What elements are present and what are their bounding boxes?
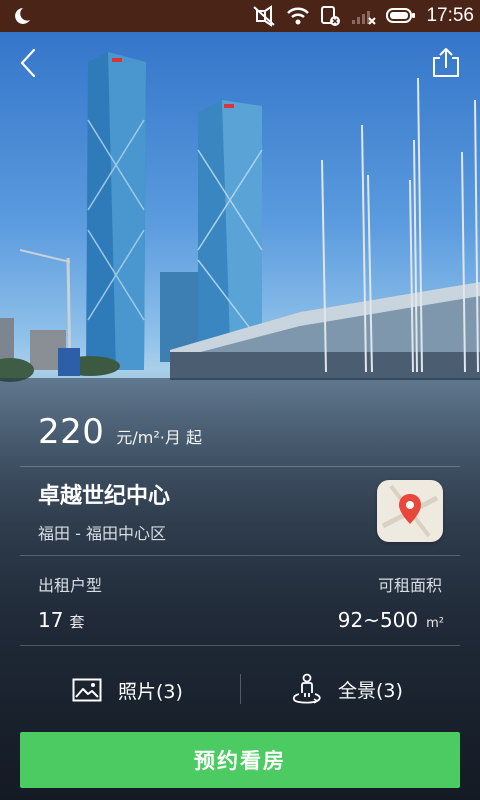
unit-type-label: 出租户型 (38, 576, 103, 595)
price-value: 220 (38, 412, 105, 452)
sim-icon (321, 6, 341, 26)
building-name: 卓越世纪中心 (38, 484, 171, 509)
chevron-left-icon (20, 48, 36, 78)
divider (20, 555, 460, 556)
map-icon (381, 484, 439, 538)
price-row: 220 元/m²·月 起 (38, 412, 202, 452)
mute-icon (253, 5, 276, 27)
map-button[interactable] (377, 480, 443, 542)
panorama-icon (292, 673, 321, 704)
photos-tab[interactable]: 照片(3) (72, 674, 183, 706)
status-bar: 17:56 (0, 0, 480, 32)
signal-icon (352, 11, 377, 25)
share-icon (433, 48, 459, 77)
book-viewing-button[interactable]: 预约看房 (20, 732, 460, 788)
divider (20, 645, 460, 646)
tab-separator (240, 674, 241, 704)
panorama-label: 全景(3) (338, 679, 403, 702)
price-unit: 元/m²·月 起 (116, 428, 202, 447)
area-value: 92~500 m² (338, 608, 444, 632)
share-button[interactable] (430, 46, 462, 80)
unit-count: 17 套 (38, 608, 84, 632)
battery-icon (386, 8, 416, 23)
photos-label: 照片(3) (118, 680, 183, 703)
back-button[interactable] (14, 46, 46, 80)
unit-count-suffix: 套 (69, 613, 85, 631)
unit-count-value: 17 (38, 608, 64, 632)
area-unit: m² (426, 616, 444, 631)
area-label: 可租面积 (377, 576, 442, 595)
panorama-tab[interactable]: 全景(3) (290, 672, 403, 706)
moon-icon (15, 8, 30, 24)
divider (20, 466, 460, 467)
image-icon (72, 678, 102, 702)
status-time: 17:56 (426, 5, 474, 26)
wifi-icon (287, 7, 310, 25)
building-location: 福田 - 福田中心区 (38, 524, 166, 543)
area-range: 92~500 (337, 608, 419, 632)
